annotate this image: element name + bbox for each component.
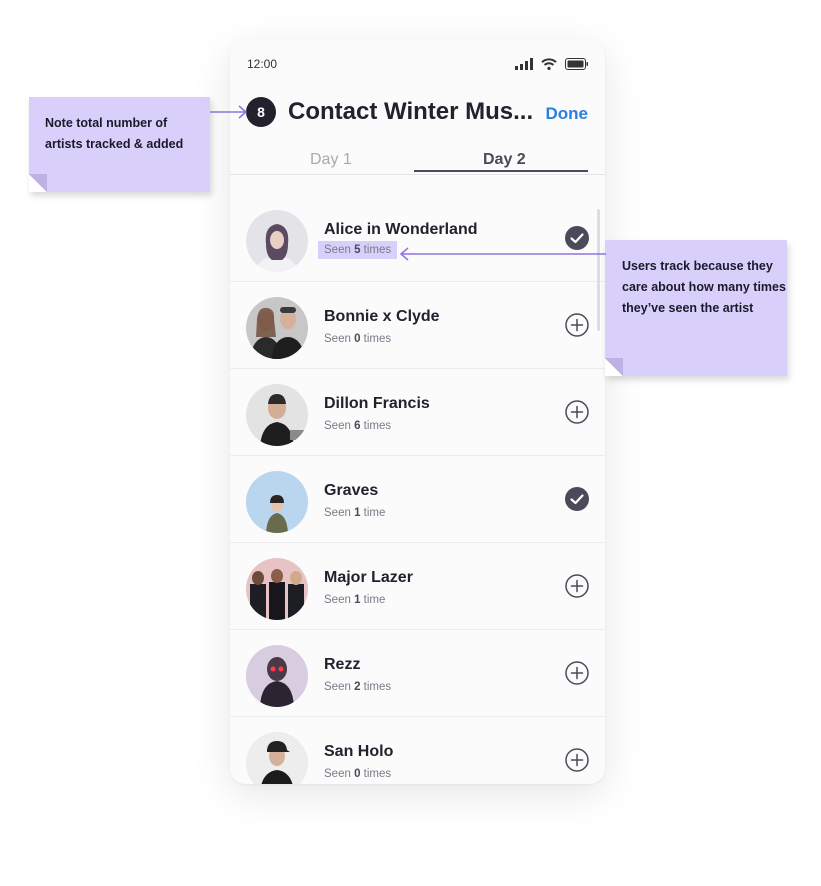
artist-name: Dillon Francis [324,395,430,412]
artist-name: Rezz [324,656,361,673]
seen-count: Seen 0 times [324,333,392,345]
seen-count: Seen 2 times [324,681,392,693]
seen-count: Seen 1 time [324,594,386,606]
wifi-icon [541,58,557,70]
add-circle-icon[interactable] [565,661,589,685]
selected-tab-indicator [414,170,588,172]
artist-name: Alice in Wonderland [324,221,478,238]
artist-list: Alice in Wonderland Seen 5 times Bonnie … [230,195,605,784]
annotation-note-seen: Users track because they care about how … [605,240,787,376]
artist-row[interactable]: Bonnie x Clyde Seen 0 times [230,282,605,369]
artist-row[interactable]: Alice in Wonderland Seen 5 times [230,195,605,282]
artist-row[interactable]: Major Lazer Seen 1 time [230,543,605,630]
artist-avatar [246,384,308,446]
artist-row[interactable]: Dillon Francis Seen 6 times [230,369,605,456]
artist-name: Bonnie x Clyde [324,308,440,325]
artist-row[interactable]: San Holo Seen 0 times [230,717,605,784]
annotation-arrow-seen [399,247,606,261]
check-circle-icon[interactable] [565,487,589,511]
done-button[interactable]: Done [546,104,589,124]
artist-avatar [246,297,308,359]
artist-avatar [246,645,308,707]
page-fold [605,358,623,376]
annotation-text: Note total number of artists tracked & a… [45,116,184,151]
artist-count-badge: 8 [246,97,276,127]
status-time: 12:00 [247,57,278,71]
artist-avatar [246,732,308,784]
seen-count: Seen 6 times [324,420,392,432]
artist-avatar [246,210,308,272]
add-circle-icon[interactable] [565,400,589,424]
artist-name: Graves [324,482,379,499]
artist-row[interactable]: Graves Seen 1 time [230,456,605,543]
signal-icon [515,58,533,70]
artist-avatar [246,471,308,533]
page-title: Contact Winter Mus... [288,98,534,125]
add-circle-icon[interactable] [565,313,589,337]
annotation-arrow-count [210,105,248,119]
add-circle-icon[interactable] [565,574,589,598]
artist-name: Major Lazer [324,569,413,586]
seen-count: Seen 0 times [324,768,392,780]
artist-row[interactable]: Rezz Seen 2 times [230,630,605,717]
tab-day-1[interactable]: Day 1 [310,151,352,169]
battery-icon [565,58,588,70]
phone-screen: 12:00 8 Contact Winter Mus... Done Day 1… [230,40,605,784]
tab-day-2[interactable]: Day 2 [483,151,526,169]
annotation-note-count: Note total number of artists tracked & a… [29,97,210,192]
scrollbar[interactable] [597,209,600,331]
add-circle-icon[interactable] [565,748,589,772]
annotation-text: Users track because they care about how … [622,259,786,315]
artist-avatar [246,558,308,620]
seen-count: Seen 1 time [324,507,386,519]
status-icons [515,58,589,70]
page-fold [29,174,47,192]
header: 8 Contact Winter Mus... Done [230,96,605,130]
artist-name: San Holo [324,743,394,760]
seen-count: Seen 5 times [318,241,398,259]
